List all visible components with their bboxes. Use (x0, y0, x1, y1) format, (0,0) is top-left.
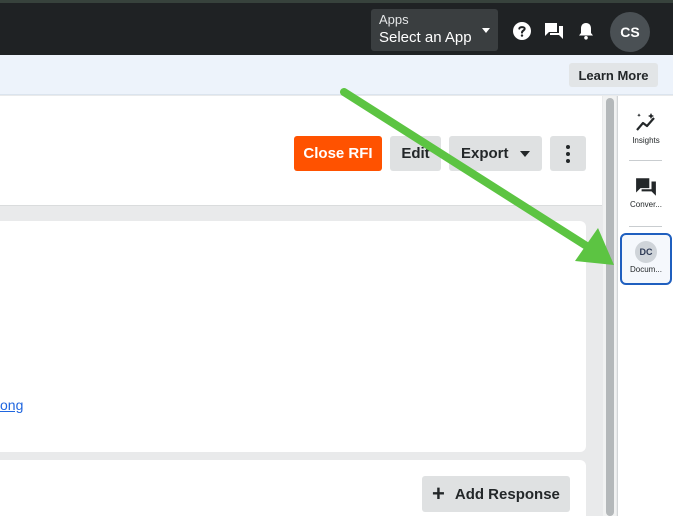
learn-more-button[interactable]: Learn More (569, 63, 658, 87)
panel-divider (629, 226, 662, 227)
add-response-button[interactable]: + Add Response (422, 476, 570, 512)
panel-item-label: Insights (632, 136, 660, 145)
avatar[interactable]: CS (610, 12, 650, 52)
conversations-icon (636, 178, 656, 196)
chevron-down-icon (520, 151, 530, 157)
plus-icon: + (432, 481, 445, 506)
panel-item-label: Docum... (629, 265, 662, 274)
export-label: Export (461, 145, 509, 162)
more-vertical-icon (566, 144, 570, 163)
top-nav-bar: Apps Select an App CS (0, 0, 673, 55)
avatar-initials: CS (620, 24, 640, 40)
bell-icon[interactable] (576, 21, 596, 41)
detail-link[interactable]: ong (0, 397, 23, 413)
apps-selector[interactable]: Apps Select an App (371, 9, 498, 51)
info-banner: Learn More (0, 55, 673, 95)
documents-badge-text: DC (639, 247, 653, 257)
scrollbar-thumb[interactable] (606, 98, 614, 516)
help-icon[interactable] (512, 21, 532, 41)
panel-item-conversations[interactable]: Conver... (620, 172, 672, 224)
rfi-details-card (0, 221, 586, 452)
insights-icon (636, 113, 655, 131)
panel-item-insights[interactable]: Insights (620, 108, 672, 160)
add-response-label: Add Response (454, 485, 560, 503)
documents-icon: DC (635, 241, 657, 263)
panel-item-documents[interactable]: DC Docum... (620, 233, 672, 285)
conversations-icon[interactable] (544, 21, 564, 41)
more-options-button[interactable] (550, 136, 586, 171)
panel-item-label: Conver... (629, 200, 662, 209)
export-button[interactable]: Export (449, 136, 542, 171)
apps-selected-value: Select an App (379, 29, 472, 46)
edit-button[interactable]: Edit (390, 136, 441, 171)
chevron-down-icon (482, 28, 490, 33)
panel-divider (629, 160, 662, 161)
apps-label: Apps (379, 12, 409, 27)
close-rfi-button[interactable]: Close RFI (294, 136, 382, 171)
